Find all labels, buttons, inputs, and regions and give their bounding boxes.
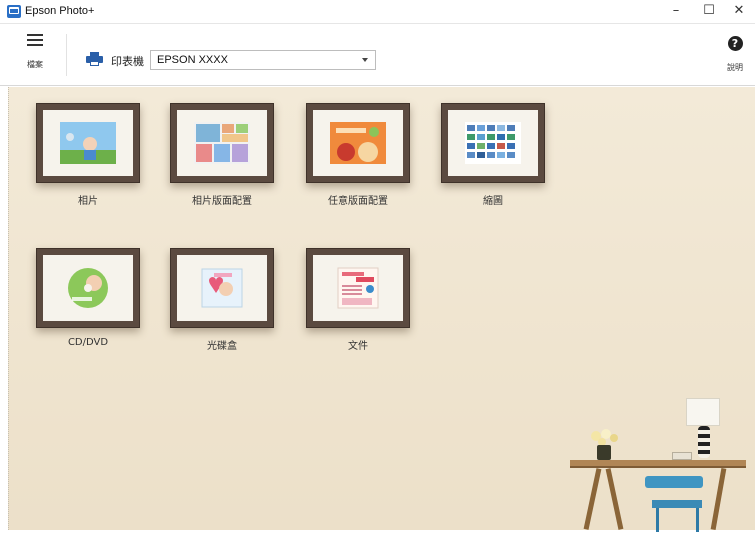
cd-dvd-thumbnail — [60, 267, 116, 309]
printer-icon — [86, 52, 103, 66]
tile-free-layout[interactable]: 任意版面配置 — [306, 103, 410, 207]
file-menu-label: 檔案 — [27, 60, 43, 69]
vase-decoration — [597, 445, 611, 460]
photo-layout-thumbnail — [194, 122, 250, 164]
tile-frame — [170, 248, 274, 328]
document-thumbnail — [330, 267, 386, 309]
lamp-base-decoration — [698, 426, 710, 458]
toolbar: 檔案 印表機 EPSON XXXX ? 說明 — [0, 24, 755, 86]
tile-document[interactable]: 文件 — [306, 248, 410, 352]
thumbnails-thumbnail — [465, 122, 521, 164]
tile-frame — [36, 103, 140, 183]
tile-label: 光碟盒 — [207, 341, 237, 352]
tile-label: 文件 — [348, 341, 368, 352]
tile-label: 相片 — [78, 196, 98, 207]
tile-label: CD/DVD — [67, 337, 109, 348]
chair-seat-decoration — [652, 500, 702, 508]
lamp-shade-decoration — [686, 398, 720, 426]
tile-frame — [306, 248, 410, 328]
tile-frame — [36, 248, 140, 328]
tile-thumbnails[interactable]: 縮圖 — [441, 103, 545, 207]
tile-jewel-case[interactable]: 光碟盒 — [170, 248, 274, 352]
chair-back-decoration — [645, 476, 703, 488]
photo-thumbnail — [60, 122, 116, 164]
tile-label: 縮圖 — [483, 196, 503, 207]
title-bar: Epson Photo+ – ☐ ✕ — [0, 0, 755, 24]
tile-cd-dvd[interactable]: CD/DVD — [36, 248, 140, 348]
printer-dropdown-value: EPSON XXXX — [157, 54, 228, 66]
tile-label: 任意版面配置 — [328, 196, 388, 207]
file-menu-button[interactable]: 檔案 — [18, 32, 52, 76]
hamburger-menu-icon — [27, 34, 43, 46]
tile-frame — [441, 103, 545, 183]
chevron-down-icon — [362, 58, 368, 62]
close-button[interactable]: ✕ — [723, 0, 755, 24]
window-title: Epson Photo+ — [25, 5, 95, 17]
help-label: 說明 — [727, 63, 743, 72]
tile-photo-layout[interactable]: 相片版面配置 — [170, 103, 274, 207]
jewel-case-thumbnail — [194, 267, 250, 309]
maximize-button[interactable]: ☐ — [693, 0, 725, 24]
tile-photo[interactable]: 相片 — [36, 103, 140, 207]
printer-dropdown[interactable]: EPSON XXXX — [150, 50, 376, 70]
printer-label: 印表機 — [111, 55, 144, 68]
chair-leg-decoration — [656, 508, 659, 532]
tile-label: 相片版面配置 — [192, 196, 252, 207]
books-decoration — [672, 452, 692, 460]
app-icon — [7, 5, 21, 18]
tile-frame — [170, 103, 274, 183]
tile-frame — [306, 103, 410, 183]
free-layout-thumbnail — [330, 122, 386, 164]
chair-leg-decoration — [696, 508, 699, 532]
toolbar-divider — [66, 34, 67, 76]
minimize-button[interactable]: – — [660, 0, 692, 24]
help-button[interactable]: ? 說明 — [720, 36, 750, 76]
help-icon: ? — [727, 36, 743, 51]
desk-decoration — [570, 460, 746, 468]
